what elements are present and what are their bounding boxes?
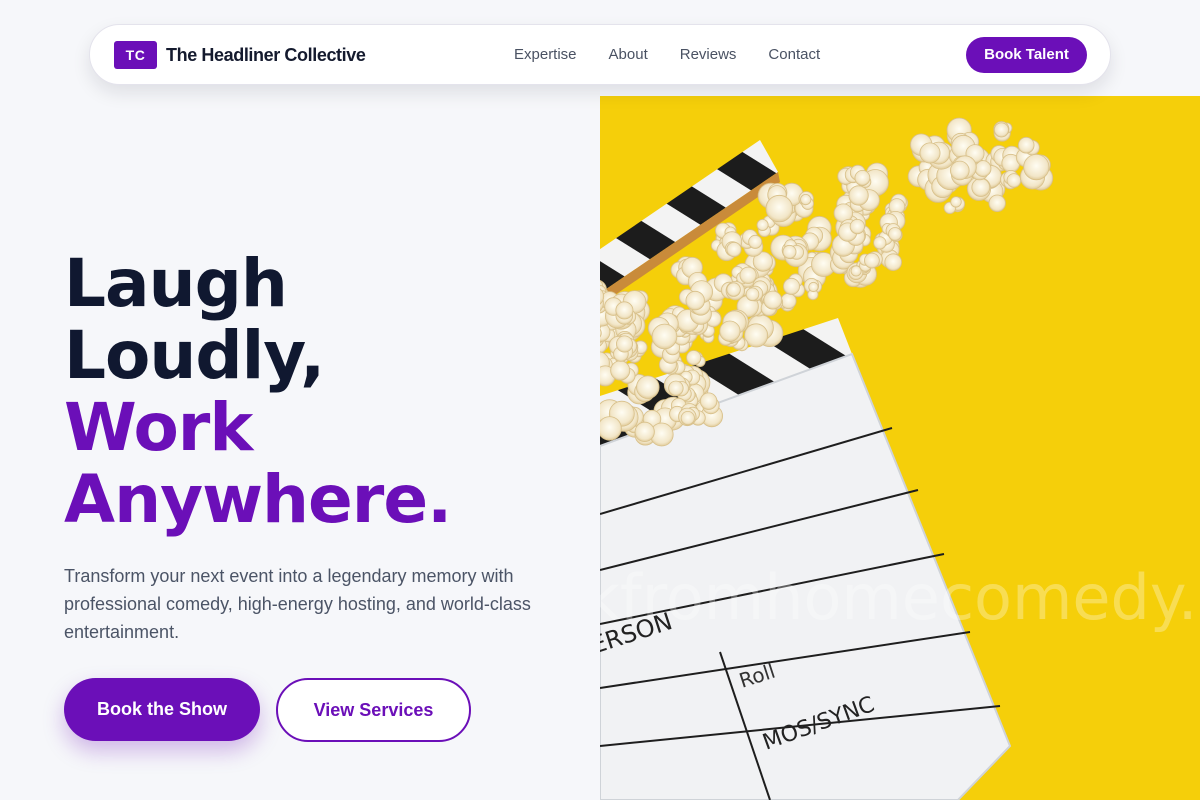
page: TC The Headliner Collective Expertise Ab… xyxy=(0,0,1200,800)
hero-image: ERSON Roll MOS/SYNC kfromhomecomedy.c xyxy=(600,96,1200,800)
navbar: TC The Headliner Collective Expertise Ab… xyxy=(89,24,1111,85)
logo-badge[interactable]: TC xyxy=(114,41,157,69)
clapperboard-popcorn-illustration: ERSON Roll MOS/SYNC xyxy=(600,96,1200,800)
hero-title-line-1: Laugh xyxy=(64,245,288,322)
hero-title-line-4: Anywhere. xyxy=(64,461,452,538)
nav-link-expertise[interactable]: Expertise xyxy=(514,45,577,65)
nav-link-about[interactable]: About xyxy=(609,45,648,65)
hero-title-line-3: Work xyxy=(64,389,253,466)
view-services-button[interactable]: View Services xyxy=(276,678,471,742)
hero-title: Laugh Loudly, Work Anywhere. xyxy=(64,245,452,538)
brand-name[interactable]: The Headliner Collective xyxy=(166,43,366,67)
hero-title-line-2: Loudly, xyxy=(64,317,325,394)
nav-link-reviews[interactable]: Reviews xyxy=(680,45,737,65)
hero-description: Transform your next event into a legenda… xyxy=(64,566,531,642)
nav-link-contact[interactable]: Contact xyxy=(768,45,820,65)
book-the-show-button[interactable]: Book the Show xyxy=(64,678,260,741)
nav-links: Expertise About Reviews Contact xyxy=(514,45,820,65)
book-talent-button[interactable]: Book Talent xyxy=(966,37,1087,73)
